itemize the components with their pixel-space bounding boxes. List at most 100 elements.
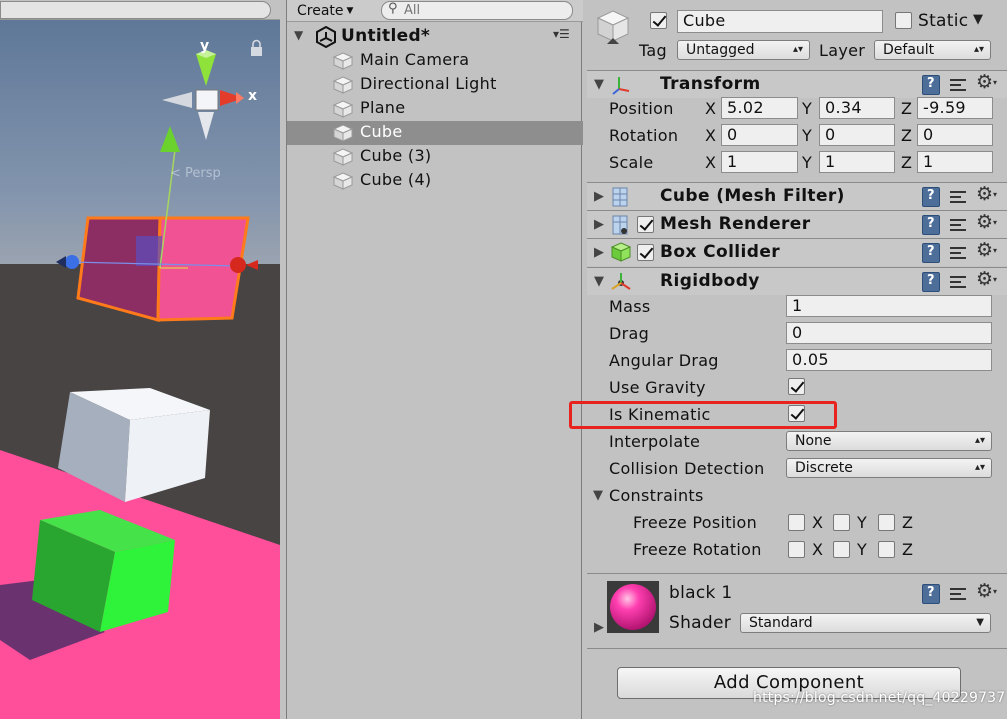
object-name-field[interactable]: Cube bbox=[677, 10, 883, 33]
tag-dropdown[interactable]: Untagged ▴▾ bbox=[677, 40, 810, 60]
box-collider-header[interactable]: ▶ Box Collider ⚙▾ bbox=[587, 238, 1007, 266]
scene-root-row[interactable]: ▼ Untitled* ▾☰ bbox=[287, 24, 583, 48]
gear-icon[interactable]: ⚙▾ bbox=[976, 71, 997, 93]
hierarchy-item-cube[interactable]: Cube bbox=[287, 121, 583, 145]
position-label: Position bbox=[609, 99, 674, 118]
shader-value: Standard bbox=[749, 615, 813, 631]
create-button[interactable]: Create ▼ bbox=[297, 2, 353, 20]
help-book-icon[interactable] bbox=[922, 272, 940, 292]
help-book-icon[interactable] bbox=[922, 215, 940, 235]
search-input[interactable] bbox=[404, 3, 564, 18]
create-label: Create bbox=[297, 3, 344, 19]
freeze-position-y-checkbox[interactable] bbox=[833, 514, 850, 531]
sliders-icon[interactable] bbox=[950, 245, 968, 261]
scene-canvas[interactable]: y x bbox=[0, 0, 280, 719]
fold-arrow-icon[interactable]: ▼ bbox=[294, 28, 303, 42]
mesh-renderer-enabled-checkbox[interactable] bbox=[637, 216, 654, 233]
help-book-icon[interactable] bbox=[922, 584, 940, 604]
mesh-renderer-header[interactable]: ▶ Mesh Renderer ⚙▾ bbox=[587, 210, 1007, 238]
shader-dropdown[interactable]: Standard ▼ bbox=[740, 613, 991, 633]
scene-view[interactable]: y x < Persp bbox=[0, 0, 280, 719]
material-preview-sphere[interactable] bbox=[607, 581, 659, 633]
scale-x-field[interactable]: 1 bbox=[721, 151, 798, 173]
static-checkbox[interactable] bbox=[895, 12, 912, 29]
freeze-position-z-checkbox[interactable] bbox=[878, 514, 895, 531]
fold-arrow-icon[interactable]: ▼ bbox=[594, 274, 604, 289]
hierarchy-item-cube-4[interactable]: Cube (4) bbox=[287, 169, 583, 193]
sliders-icon[interactable] bbox=[950, 274, 968, 290]
fold-arrow-icon[interactable]: ▶ bbox=[594, 245, 604, 260]
freeze-axis-z-label: Z bbox=[902, 513, 913, 532]
axis-x-label[interactable]: X bbox=[705, 126, 716, 145]
active-checkbox[interactable] bbox=[650, 12, 667, 29]
drag-field[interactable]: 0 bbox=[786, 322, 992, 344]
axis-z-label[interactable]: Z bbox=[901, 153, 912, 172]
static-dropdown-icon[interactable]: ▼ bbox=[973, 12, 983, 27]
freeze-rotation-y-checkbox[interactable] bbox=[833, 541, 850, 558]
scale-y-field[interactable]: 1 bbox=[819, 151, 895, 173]
mesh-filter-header[interactable]: ▶ Cube (Mesh Filter) ⚙▾ bbox=[587, 182, 1007, 210]
freeze-rotation-z-checkbox[interactable] bbox=[878, 541, 895, 558]
angular-drag-field[interactable]: 0.05 bbox=[786, 349, 992, 371]
hierarchy-item-label: Cube (3) bbox=[360, 146, 432, 165]
transform-header[interactable]: ▼ Transform ⚙▾ bbox=[587, 70, 1007, 98]
freeze-rotation-x-checkbox[interactable] bbox=[788, 541, 805, 558]
component-buttons: ⚙▾ bbox=[922, 183, 1002, 207]
sliders-icon[interactable] bbox=[950, 189, 968, 205]
transform-title: Transform bbox=[660, 74, 761, 94]
axis-z-label[interactable]: Z bbox=[901, 126, 912, 145]
sliders-icon[interactable] bbox=[950, 586, 968, 602]
gear-icon[interactable]: ⚙▾ bbox=[976, 211, 997, 233]
constraints-label[interactable]: Constraints bbox=[609, 486, 704, 505]
fold-arrow-icon[interactable]: ▼ bbox=[594, 77, 604, 92]
position-x-field[interactable]: 5.02 bbox=[721, 97, 798, 119]
layer-dropdown[interactable]: Default ▴▾ bbox=[874, 40, 991, 60]
help-book-icon[interactable] bbox=[922, 243, 940, 263]
rigidbody-header[interactable]: ▼ Rigidbody ⚙▾ bbox=[587, 267, 1007, 295]
scene-search-field[interactable] bbox=[0, 1, 271, 19]
mass-field[interactable]: 1 bbox=[786, 295, 992, 317]
mesh-renderer-title: Mesh Renderer bbox=[660, 214, 811, 234]
axis-x-label[interactable]: X bbox=[705, 99, 716, 118]
mesh-filter-title: Cube (Mesh Filter) bbox=[660, 186, 845, 206]
interpolate-dropdown[interactable]: None ▴▾ bbox=[786, 431, 992, 451]
material-separator bbox=[587, 573, 1007, 574]
gear-icon[interactable]: ⚙▾ bbox=[976, 239, 997, 261]
rotation-x-field[interactable]: 0 bbox=[721, 124, 798, 146]
rotation-y-field[interactable]: 0 bbox=[819, 124, 895, 146]
position-y-field[interactable]: 0.34 bbox=[819, 97, 895, 119]
collision-detection-dropdown[interactable]: Discrete ▴▾ bbox=[786, 458, 992, 478]
axis-y-label[interactable]: Y bbox=[802, 126, 812, 145]
hierarchy-item-plane[interactable]: Plane bbox=[287, 97, 583, 121]
axis-x-label[interactable]: X bbox=[705, 153, 716, 172]
axis-y-label[interactable]: Y bbox=[802, 153, 812, 172]
rotation-z-field[interactable]: 0 bbox=[917, 124, 993, 146]
material-fold-icon[interactable]: ▶ bbox=[594, 620, 604, 635]
fold-arrow-icon[interactable]: ▶ bbox=[594, 189, 604, 204]
box-collider-enabled-checkbox[interactable] bbox=[637, 244, 654, 261]
help-book-icon[interactable] bbox=[922, 187, 940, 207]
use-gravity-checkbox[interactable] bbox=[788, 378, 805, 395]
hierarchy-item-main-camera[interactable]: Main Camera bbox=[287, 49, 583, 73]
axis-z-label[interactable]: Z bbox=[901, 99, 912, 118]
scale-z-field[interactable]: 1 bbox=[917, 151, 993, 173]
updown-arrow-icon: ▴▾ bbox=[974, 462, 985, 473]
axis-y-label[interactable]: Y bbox=[802, 99, 812, 118]
hierarchy-item-cube-3[interactable]: Cube (3) bbox=[287, 145, 583, 169]
fold-arrow-icon[interactable]: ▶ bbox=[594, 217, 604, 232]
hierarchy-item-directional-light[interactable]: Directional Light bbox=[287, 73, 583, 97]
projection-label[interactable]: < Persp bbox=[170, 166, 221, 181]
gear-icon[interactable]: ⚙▾ bbox=[976, 183, 997, 205]
gear-icon[interactable]: ⚙▾ bbox=[976, 580, 997, 602]
sliders-icon[interactable] bbox=[950, 217, 968, 233]
help-book-icon[interactable] bbox=[922, 75, 940, 95]
hierarchy-search[interactable]: ⚲ bbox=[381, 1, 573, 20]
scene-menu-icon[interactable]: ▾☰ bbox=[553, 27, 570, 41]
gear-icon[interactable]: ⚙▾ bbox=[976, 268, 997, 290]
chevron-down-icon: ▼ bbox=[976, 617, 984, 628]
constraints-fold-icon[interactable]: ▼ bbox=[593, 488, 603, 503]
hierarchy-list: Main Camera Directional Light Plane Cube… bbox=[287, 49, 583, 193]
sliders-icon[interactable] bbox=[950, 77, 968, 93]
position-z-field[interactable]: -9.59 bbox=[917, 97, 993, 119]
freeze-position-x-checkbox[interactable] bbox=[788, 514, 805, 531]
